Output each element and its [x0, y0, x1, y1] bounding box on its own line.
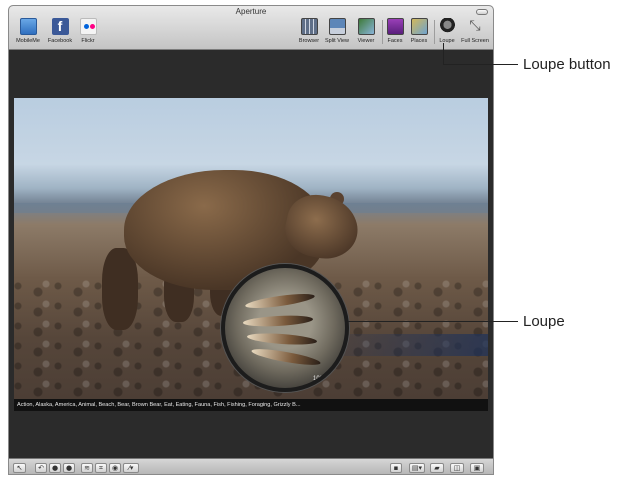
loupe-zoom-menu[interactable]: 100 ▾	[313, 375, 328, 382]
magnified-claw	[242, 314, 314, 328]
toolbar-toggle-button[interactable]	[476, 9, 488, 15]
bear-photo[interactable]: 100 ▾	[14, 98, 488, 399]
mobileme-icon	[19, 18, 37, 35]
browser-button[interactable]: Browser	[294, 18, 324, 44]
split-view-button[interactable]: Split View	[322, 18, 352, 44]
lift-tool-button[interactable]: ●	[49, 463, 61, 473]
select-tool-button[interactable]: ↖	[13, 463, 26, 473]
control-bar: ↖ ↶ ● ● ≋ ⌗ ◉ ⁄▾ ▪ ▤▾ ▰ ◫ ▣	[9, 458, 493, 474]
split-view-label: Split View	[324, 38, 350, 44]
fullscreen-layout-button[interactable]: ▣	[470, 463, 484, 473]
browser-label: Browser	[298, 38, 320, 44]
stack-menu-button[interactable]: ▤▾	[409, 463, 425, 473]
crop-tool-button[interactable]: ⌗	[95, 463, 107, 473]
split-view-icon	[328, 18, 346, 35]
brush-tool-button[interactable]: ⁄▾	[123, 463, 139, 473]
loupe-icon	[438, 18, 456, 35]
loupe-button[interactable]: Loupe	[432, 18, 462, 44]
viewer-button[interactable]: Viewer	[351, 18, 381, 44]
mobileme-button[interactable]: MobileMe	[13, 18, 43, 44]
facebook-button[interactable]: f Facebook	[45, 18, 75, 44]
split-layout-button[interactable]: ◫	[450, 463, 464, 473]
straighten-tool-button[interactable]: ≋	[81, 463, 93, 473]
toolbar: Aperture MobileMe f Facebook Flickr Brow…	[9, 6, 493, 50]
full-screen-button[interactable]: ⤡ Full Screen	[460, 18, 490, 44]
magnified-claw	[244, 291, 316, 311]
faces-icon	[386, 18, 404, 35]
loupe-label: Loupe	[439, 38, 455, 44]
places-label: Places	[410, 38, 428, 44]
facebook-icon: f	[51, 18, 69, 35]
aperture-window: Aperture MobileMe f Facebook Flickr Brow…	[8, 5, 494, 475]
stamp-tool-button[interactable]: ●	[63, 463, 75, 473]
window-title: Aperture	[235, 7, 267, 16]
loupe-button-callout-line	[443, 64, 518, 65]
places-button[interactable]: Places	[404, 18, 434, 44]
places-icon	[410, 18, 428, 35]
loupe-callout: Loupe	[523, 313, 565, 330]
flickr-button[interactable]: Flickr	[73, 18, 103, 44]
facebook-label: Facebook	[47, 38, 73, 44]
view-mode-button[interactable]: ▪	[390, 463, 402, 473]
viewer-icon	[357, 18, 375, 35]
red-eye-tool-button[interactable]: ◉	[109, 463, 121, 473]
bear-leg	[102, 248, 138, 330]
magnified-claw	[246, 331, 318, 347]
rotate-left-button[interactable]: ↶	[35, 463, 47, 473]
magnified-claw	[250, 345, 322, 369]
browser-icon	[300, 18, 318, 35]
loupe-button-callout-line	[443, 43, 444, 65]
inspector-button[interactable]: ▰	[430, 463, 444, 473]
flickr-icon	[79, 18, 97, 35]
viewer-area: 100 ▾ Action, Alaska, America, Animal, B…	[9, 51, 493, 458]
loupe-button-callout: Loupe button	[523, 56, 611, 73]
loupe-callout-line	[348, 321, 518, 322]
flickr-label: Flickr	[81, 38, 95, 44]
full-screen-icon: ⤡	[469, 18, 481, 34]
keywords-overlay: Action, Alaska, America, Animal, Beach, …	[14, 399, 488, 411]
viewer-label: Viewer	[357, 38, 375, 44]
loupe-magnifier[interactable]: 100 ▾	[221, 264, 349, 392]
mobileme-label: MobileMe	[16, 38, 40, 44]
full-screen-label: Full Screen	[461, 38, 489, 44]
